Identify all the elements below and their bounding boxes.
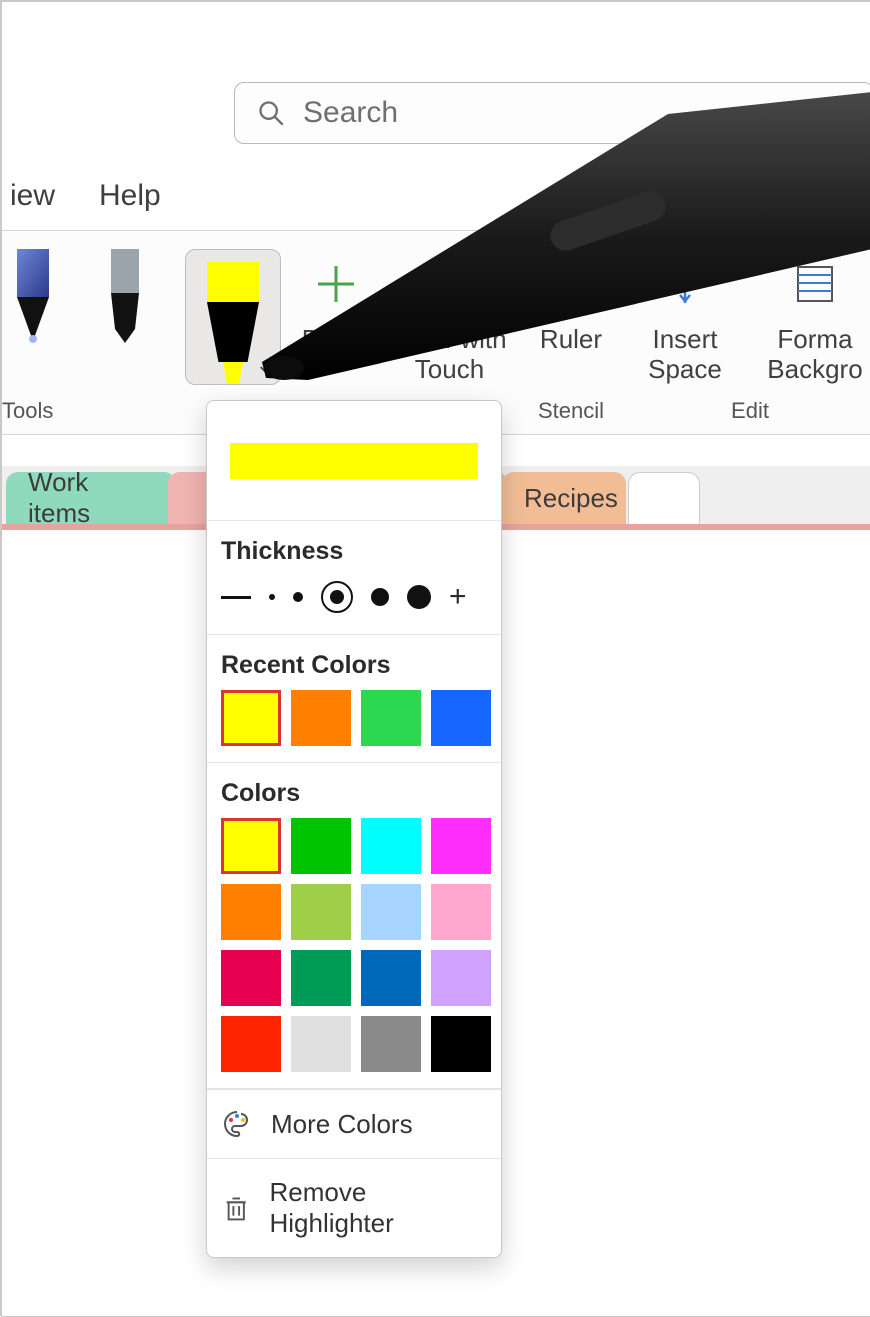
highlighter-cap [207,262,259,302]
color-swatch[interactable] [361,884,421,940]
highlighter-tool[interactable]: ⌄ [186,249,280,385]
group-label-stencil: Stencil [538,398,604,430]
color-swatch[interactable] [221,818,281,874]
group-label-edit: Edit [731,398,769,430]
color-swatch[interactable] [431,818,491,874]
format-background-button[interactable]: Forma Backgro [765,249,865,385]
thickness-opt-1[interactable] [269,594,275,600]
insert-space-button[interactable]: Insert Space [635,249,735,385]
remove-highlighter-button[interactable]: Remove Highlighter [207,1158,501,1257]
add-pen-button[interactable]: Pen ⌄ [296,249,376,355]
group-label-tools: Tools [2,398,53,430]
thickness-opt-3-selected[interactable] [321,581,353,613]
color-swatch[interactable] [291,950,351,1006]
highlighter-dropdown: Thickness + Recent Colors Colors More Co… [206,400,502,1258]
color-swatch[interactable] [361,950,421,1006]
thickness-opt-4[interactable] [371,588,389,606]
color-swatch[interactable] [431,950,491,1006]
color-swatch[interactable] [431,1016,491,1072]
preview-stroke [230,443,478,479]
chevron-down-icon[interactable]: ⌄ [256,352,274,378]
recent-color-swatch[interactable] [361,690,421,746]
pencil-icon [101,249,149,345]
recent-color-swatch[interactable] [221,690,281,746]
tab-add[interactable] [628,472,700,524]
pencil-gray[interactable] [94,249,156,345]
menu-bar: iew Help [2,177,165,215]
preview-section [207,401,501,521]
more-colors-button[interactable]: More Colors [207,1089,501,1158]
color-swatch[interactable] [291,818,351,874]
highlighter-tip [223,362,243,384]
color-swatch[interactable] [221,884,281,940]
draw-with-touch-button[interactable]: Draw with Touch [392,249,507,385]
tab-work-items[interactable]: Work items [6,472,176,524]
search-box[interactable]: Search [234,82,870,144]
color-swatch[interactable] [291,884,351,940]
color-swatch[interactable] [361,1016,421,1072]
pen-galaxy[interactable] [2,249,64,345]
thickness-section: Thickness + [207,521,501,635]
color-swatch[interactable] [221,950,281,1006]
format-background-icon [790,259,840,309]
color-swatch[interactable] [361,818,421,874]
thickness-plus[interactable]: + [449,580,467,614]
palette-icon [221,1108,253,1140]
recent-colors-heading: Recent Colors [221,651,487,680]
ruler-icon [542,255,600,313]
search-placeholder: Search [303,96,398,130]
color-swatch[interactable] [291,1016,351,1072]
ruler-button[interactable]: Ruler [523,249,619,355]
chevron-down-icon: ⌄ [355,332,370,352]
menu-view[interactable]: iew [6,177,59,215]
recent-colors-section: Recent Colors [207,635,501,763]
color-swatch[interactable] [221,1016,281,1072]
touch-icon [423,257,477,311]
thickness-heading: Thickness [221,537,487,566]
colors-heading: Colors [221,779,487,808]
tab-recipes[interactable]: Recipes [502,472,626,524]
color-swatch[interactable] [431,884,491,940]
recent-color-swatch[interactable] [431,690,491,746]
plus-icon [314,262,358,306]
trash-icon [221,1192,251,1224]
insert-space-icon [660,259,710,309]
thickness-minus[interactable] [221,596,251,599]
thickness-opt-2[interactable] [293,592,303,602]
search-icon [257,99,285,127]
thickness-opt-5[interactable] [407,585,431,609]
highlighter-body [207,302,259,362]
recent-color-swatch[interactable] [291,690,351,746]
pen-icon [9,249,57,345]
colors-section: Colors [207,763,501,1089]
menu-help[interactable]: Help [95,177,165,215]
